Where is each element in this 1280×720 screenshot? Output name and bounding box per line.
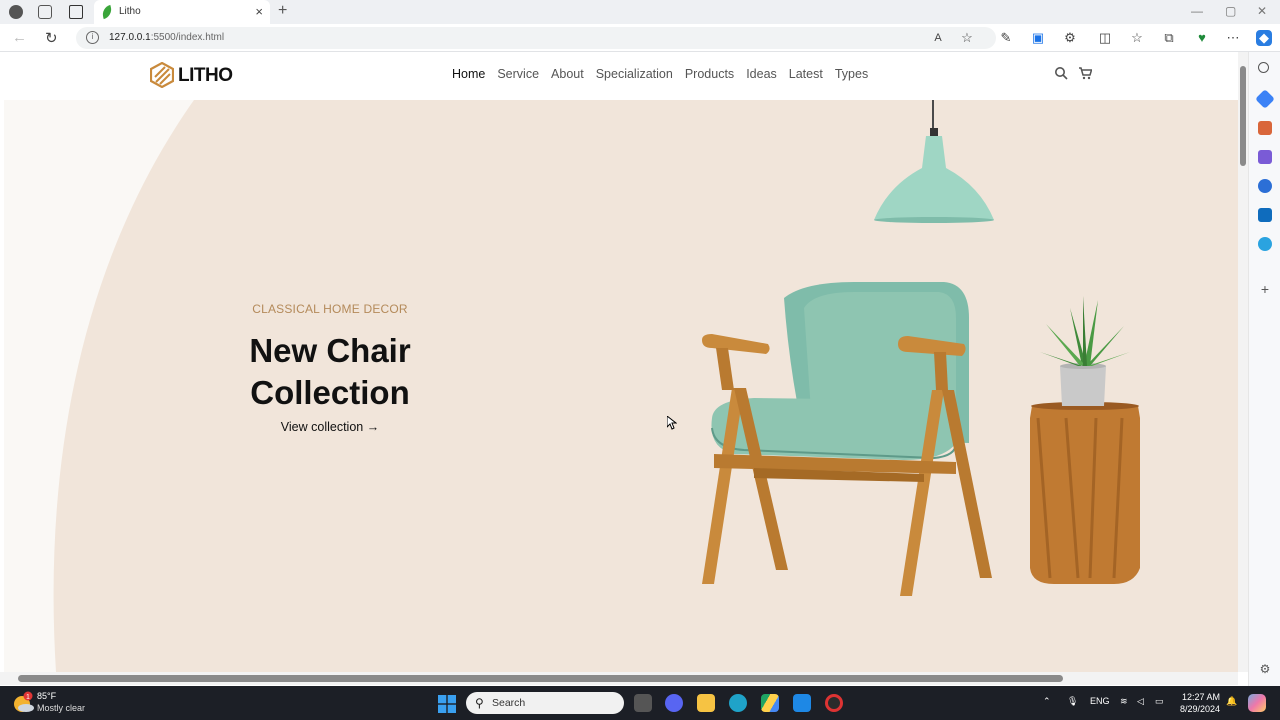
browser-essentials-icon[interactable]: ♥ [1194, 30, 1210, 46]
nav-about[interactable]: About [551, 67, 584, 81]
notification-bell-icon[interactable]: 🔔 [1226, 696, 1237, 707]
battery-icon[interactable]: ▭ [1155, 696, 1164, 707]
pen-extension-icon[interactable]: ✎ [998, 30, 1014, 46]
taskbar-search-box[interactable]: ⚲ Search [466, 692, 624, 714]
weather-badge-count: 1 [26, 694, 30, 701]
sidebar-telegram-icon[interactable] [1258, 237, 1272, 251]
discord-icon[interactable] [665, 694, 683, 712]
copilot-taskbar-icon[interactable] [1248, 694, 1266, 712]
sidebar-add-icon[interactable]: + [1258, 282, 1272, 296]
site-header: LITHO Home Service About Specialization … [4, 52, 1238, 100]
sidebar-search-icon[interactable] [1258, 62, 1269, 73]
headline-line-2: Collection [250, 374, 410, 411]
browser-tab[interactable]: Litho × [94, 0, 270, 24]
url-text: 127.0.0.1:5500/index.html [109, 32, 225, 43]
new-tab-icon[interactable]: + [278, 2, 287, 20]
sidebar-m365-icon[interactable] [1258, 179, 1272, 193]
vscode-icon[interactable] [793, 694, 811, 712]
browser-toolbar: ← ↻ i 127.0.0.1:5500/index.html A ☆ ✎ ▣ … [0, 24, 1280, 52]
back-icon[interactable]: ← [12, 29, 27, 46]
tab-title: Litho [119, 6, 141, 17]
wifi-icon[interactable]: ≋ [1120, 696, 1128, 707]
vertical-scroll-thumb[interactable] [1240, 66, 1246, 166]
web-page: LITHO Home Service About Specialization … [4, 52, 1238, 672]
headline-line-1: New Chair [249, 332, 411, 369]
close-window-icon[interactable]: ✕ [1257, 4, 1267, 18]
tray-overflow-icon[interactable]: ⌃ [1043, 696, 1051, 707]
split-screen-icon[interactable]: ◫ [1097, 30, 1113, 46]
translate-extension-icon[interactable]: ▣ [1030, 30, 1046, 46]
address-bar[interactable]: i 127.0.0.1:5500/index.html A ☆ [76, 27, 996, 49]
search-icon[interactable] [1054, 66, 1068, 80]
read-aloud-icon[interactable]: A [930, 30, 946, 46]
header-actions [1054, 66, 1092, 80]
clock-date: 8/29/2024 [1179, 704, 1220, 714]
taskbar-search-icon: ⚲ [475, 696, 484, 710]
minimize-icon[interactable]: — [1191, 4, 1203, 18]
hero-kicker: CLASSICAL HOME DECOR [252, 302, 408, 316]
volume-icon[interactable]: ◁ [1137, 696, 1144, 707]
windows-start-icon[interactable] [438, 695, 456, 713]
close-tab-icon[interactable]: × [255, 4, 263, 19]
chair-and-plant-image [702, 282, 1140, 596]
nav-types[interactable]: Types [835, 67, 868, 81]
lamp-cord [932, 100, 934, 130]
nav-latest[interactable]: Latest [789, 67, 823, 81]
weather-condition: Mostly clear [37, 703, 86, 713]
taskbar-search-placeholder: Search [492, 697, 526, 709]
horizontal-scroll-thumb[interactable] [18, 675, 1063, 682]
browser-tab-bar: Litho × + — ▢ ✕ [0, 0, 1280, 24]
site-info-icon[interactable]: i [86, 31, 99, 44]
nav-products[interactable]: Products [685, 67, 734, 81]
litho-logo-icon [150, 62, 174, 88]
microphone-icon[interactable]: 🎙 [1067, 696, 1078, 707]
profile-avatar-icon[interactable] [9, 5, 23, 19]
vertical-scrollbar[interactable] [1238, 52, 1248, 672]
google-drive-icon[interactable] [761, 694, 779, 712]
tab-actions-icon[interactable] [69, 5, 83, 19]
nav-service[interactable]: Service [497, 67, 539, 81]
site-favicon-icon [100, 4, 114, 20]
mouse-cursor-icon [667, 416, 677, 430]
system-clock[interactable]: 12:27 AM 8/29/2024 [1176, 691, 1220, 715]
main-nav: Home Service About Specialization Produc… [452, 67, 868, 81]
clock-time: 12:27 AM [1181, 692, 1220, 702]
favorites-icon[interactable]: ☆ [1129, 30, 1145, 46]
nav-specialization[interactable]: Specialization [596, 67, 673, 81]
favorite-star-icon[interactable]: ☆ [959, 30, 975, 46]
sidebar-shopping-icon[interactable] [1255, 89, 1275, 109]
edge-sidebar: + ⚙ [1248, 52, 1280, 686]
nav-ideas[interactable]: Ideas [746, 67, 777, 81]
weather-moon-icon[interactable]: 1 [12, 691, 38, 715]
sidebar-outlook-icon[interactable] [1258, 208, 1272, 222]
file-explorer-icon[interactable] [697, 694, 715, 712]
pendant-lamp-image [874, 128, 994, 223]
more-menu-icon[interactable]: ⋯ [1225, 30, 1241, 46]
edge-icon[interactable] [729, 694, 747, 712]
collections-icon[interactable]: ⧉ [1161, 30, 1177, 46]
horizontal-scrollbar[interactable] [0, 672, 1238, 685]
sidebar-tools-icon[interactable] [1258, 121, 1272, 135]
cart-icon[interactable] [1078, 66, 1092, 80]
weather-temperature: 85°F [37, 691, 57, 701]
hero-headline: New Chair Collection [184, 330, 476, 414]
recorder-icon[interactable] [825, 694, 843, 712]
brand-name: LITHO [178, 65, 233, 86]
windows-taskbar: 1 85°F Mostly clear ⚲ Search ⌃ 🎙 ENG ≋ ◁… [0, 686, 1280, 720]
sidebar-games-icon[interactable] [1258, 150, 1272, 164]
maximize-icon[interactable]: ▢ [1225, 4, 1236, 18]
view-collection-link[interactable]: View collection → [184, 420, 476, 434]
task-view-icon[interactable] [634, 694, 652, 712]
workspaces-icon[interactable] [38, 5, 52, 19]
refresh-icon[interactable]: ↻ [45, 29, 58, 47]
language-indicator[interactable]: ENG [1090, 696, 1110, 706]
copilot-icon[interactable]: ◆ [1256, 30, 1272, 46]
extensions-icon[interactable]: ⚙ [1062, 30, 1078, 46]
nav-home[interactable]: Home [452, 67, 485, 81]
sidebar-settings-icon[interactable]: ⚙ [1258, 662, 1272, 676]
